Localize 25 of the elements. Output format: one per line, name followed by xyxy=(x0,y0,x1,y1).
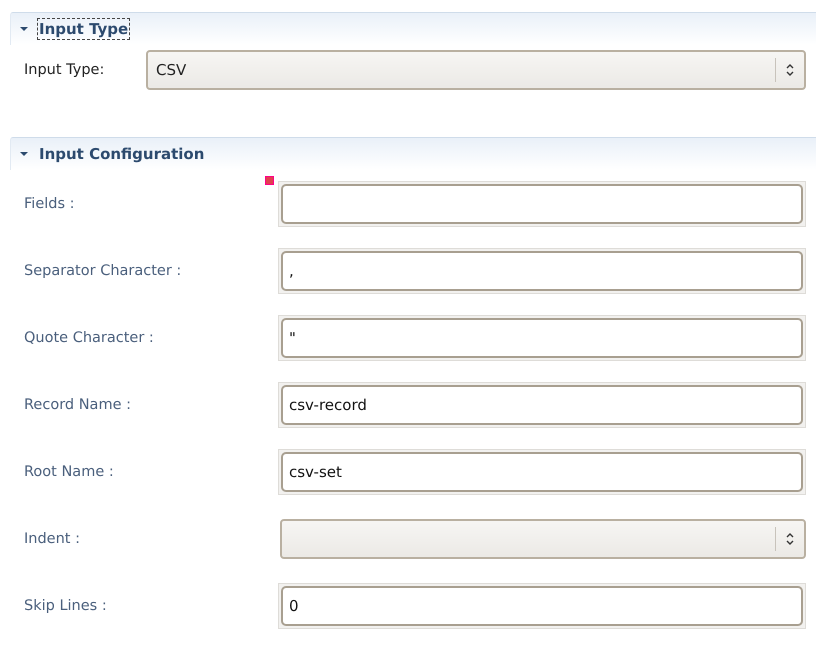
text-field[interactable]: , xyxy=(281,250,803,290)
field-label: Indent : xyxy=(23,530,81,546)
field-label: Input Type: xyxy=(23,62,106,78)
text-field[interactable]: csv-record xyxy=(281,384,803,424)
collapse-triangle-icon xyxy=(19,149,29,159)
dropdown-value: CSV xyxy=(155,61,188,79)
field-label: Root Name : xyxy=(23,464,115,480)
section-header[interactable]: Input Configuration xyxy=(10,137,816,170)
field-label: Quote Character : xyxy=(23,330,155,346)
collapse-triangle-icon xyxy=(19,24,29,34)
spinner-arrows-icon xyxy=(785,63,795,77)
text-field[interactable]: csv-set xyxy=(281,452,803,492)
field-label: Record Name : xyxy=(23,396,132,412)
section-title: Input Configuration xyxy=(38,144,206,165)
spinner-arrows-icon xyxy=(785,532,795,546)
field-label: Skip Lines : xyxy=(23,598,108,614)
dropdown[interactable]: CSV xyxy=(146,50,806,90)
dropdown[interactable] xyxy=(280,518,806,558)
text-field[interactable] xyxy=(281,184,803,224)
field-label: Fields : xyxy=(23,196,76,212)
text-field[interactable]: 0 xyxy=(281,586,803,626)
section-title: Input Type xyxy=(37,18,130,40)
text-field[interactable]: " xyxy=(281,318,803,358)
section-header[interactable]: Input Type xyxy=(10,12,816,45)
field-label: Separator Character : xyxy=(23,262,182,278)
